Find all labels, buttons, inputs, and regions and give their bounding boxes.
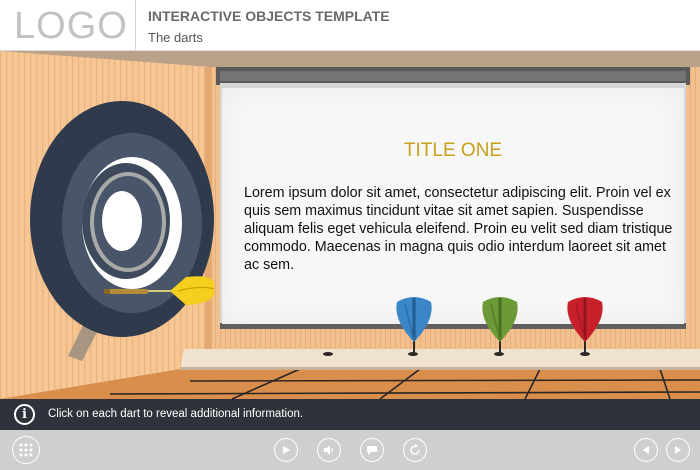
logo: LOGO — [0, 0, 136, 51]
volume-button[interactable] — [317, 438, 341, 462]
instruction-bar: i Click on each dart to reveal additiona… — [0, 399, 700, 430]
next-icon — [675, 446, 681, 454]
replay-button[interactable] — [403, 438, 427, 462]
play-icon — [283, 446, 290, 454]
menu-grid-icon — [19, 443, 33, 457]
replay-icon — [410, 444, 420, 455]
menu-button[interactable] — [12, 436, 40, 464]
info-icon: i — [14, 404, 35, 425]
dart-scene: TITLE ONE Lorem ipsum dolor sit amet, co… — [0, 51, 700, 399]
course-title: INTERACTIVE OBJECTS TEMPLATE — [148, 8, 390, 24]
shelf — [180, 349, 700, 369]
header: LOGO INTERACTIVE OBJECTS TEMPLATE The da… — [0, 0, 700, 51]
dart-icon — [482, 297, 518, 354]
previous-icon — [643, 446, 649, 454]
captions-icon — [367, 446, 377, 455]
instruction-text: Click on each dart to reveal additional … — [48, 408, 304, 420]
board-title: TITLE ONE — [403, 140, 503, 161]
previous-button[interactable] — [634, 438, 658, 462]
dart-icon — [396, 297, 432, 354]
navigation-bar — [0, 430, 700, 470]
red-dart-button[interactable] — [564, 294, 606, 356]
next-button[interactable] — [666, 438, 690, 462]
captions-button[interactable] — [360, 438, 384, 462]
blue-dart-button[interactable] — [393, 294, 435, 356]
play-button[interactable] — [274, 438, 298, 462]
slide-title: The darts — [148, 30, 203, 45]
board-body-text: Lorem ipsum dolor sit amet, consectetur … — [244, 185, 673, 273]
green-dart-button[interactable] — [479, 294, 521, 356]
volume-icon — [324, 445, 333, 455]
dart-hole — [323, 352, 333, 356]
whiteboard: TITLE ONE Lorem ipsum dolor sit amet, co… — [222, 88, 684, 324]
dart-icon — [567, 297, 603, 354]
